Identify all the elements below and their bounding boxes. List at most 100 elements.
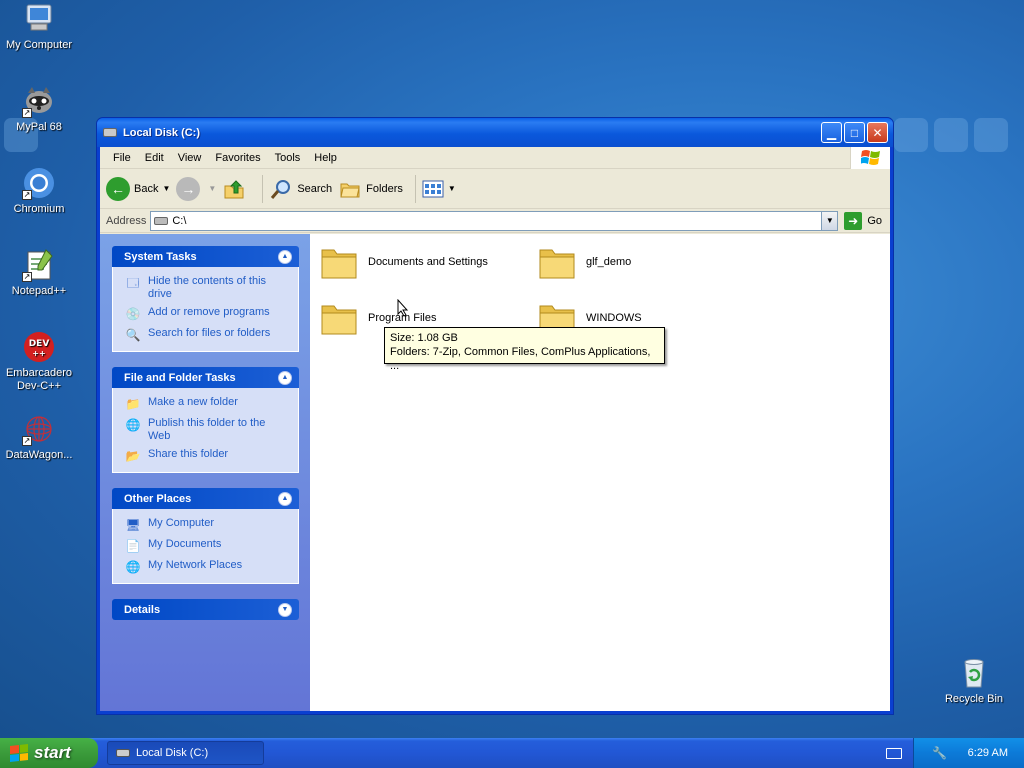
file-folder-tasks-header[interactable]: File and Folder Tasks ▲ (112, 367, 299, 388)
go-arrow-icon: ➜ (844, 211, 863, 230)
system-tasks-header[interactable]: System Tasks ▲ (112, 246, 299, 267)
other-places-header[interactable]: Other Places ▲ (112, 488, 299, 509)
wallpaper-decoration (894, 118, 1008, 152)
back-button[interactable]: ← Back ▼ (106, 176, 170, 201)
keyboard-icon[interactable] (886, 748, 902, 759)
menu-file[interactable]: File (106, 152, 138, 164)
system-tasks-panel: System Tasks ▲ 🗔 Hide the contents of th… (112, 246, 299, 352)
folders-icon (338, 177, 362, 201)
place-my-documents[interactable]: 📄 My Documents (125, 538, 288, 554)
folder-name: Documents and Settings (368, 256, 488, 268)
folder-icon (320, 300, 358, 336)
dropdown-arrow-icon[interactable]: ▼ (208, 184, 216, 193)
system-tasks-body: 🗔 Hide the contents of this drive 💿 Add … (112, 267, 299, 352)
task-add-remove-programs[interactable]: 💿 Add or remove programs (125, 306, 288, 322)
address-value: C:\ (172, 214, 187, 227)
place-label: My Network Places (148, 559, 243, 571)
views-button[interactable]: ▼ (422, 177, 456, 201)
menu-tools[interactable]: Tools (268, 152, 308, 164)
minimize-button[interactable]: ▁ (821, 122, 842, 143)
taskbar: start Local Disk (C:) (0, 738, 1024, 768)
dropdown-arrow-icon[interactable]: ▼ (162, 184, 170, 193)
hide-contents-icon: 🗔 (126, 275, 140, 290)
folder-icon (538, 244, 576, 280)
task-search-files[interactable]: 🔍 Search for files or folders (125, 327, 288, 343)
shortcut-arrow-icon: ↗ (22, 436, 32, 446)
go-button[interactable]: ➜ Go (844, 211, 882, 230)
publish-web-icon: 🌐 (125, 417, 141, 432)
desktop-icon-label: DataWagon... (5, 449, 73, 461)
place-my-network-places[interactable]: 🌐 My Network Places (125, 559, 288, 575)
menu-edit[interactable]: Edit (138, 152, 171, 164)
file-view: Documents and Settings glf_demo Program … (310, 234, 890, 711)
desktop: My Computer ↗ MyPal 68 ↗ Chromium ↗ Note… (0, 0, 1024, 738)
folder-tooltip: Size: 1.08 GB Folders: 7-Zip, Common Fil… (384, 327, 665, 372)
new-folder-icon: 📁 (125, 396, 141, 411)
menu-view[interactable]: View (171, 152, 209, 164)
close-button[interactable]: ✕ (867, 122, 888, 143)
search-button[interactable]: Search (269, 177, 332, 201)
search-icon: 🔍 (125, 327, 141, 342)
collapse-chevron-icon[interactable]: ▲ (278, 491, 292, 506)
desktop-icon-notepadpp[interactable]: ↗ Notepad++ (0, 248, 78, 298)
window-titlebar[interactable]: Local Disk (C:) ▁ □ ✕ (97, 118, 893, 147)
shortcut-arrow-icon: ↗ (22, 272, 32, 282)
views-icon (422, 177, 444, 201)
drive-icon (116, 749, 130, 757)
network-tray-icon[interactable]: 🔧 (932, 745, 948, 761)
expand-chevron-icon[interactable]: ▼ (278, 602, 292, 617)
place-my-computer[interactable]: 🖥 My Computer (125, 517, 288, 533)
toolbar: ← Back ▼ → ▼ Search Folders ▼ (100, 169, 890, 209)
menu-favorites[interactable]: Favorites (208, 152, 267, 164)
clock[interactable]: 6:29 AM (968, 747, 1008, 759)
address-bar: Address C:\ ▼ ➜ Go (100, 209, 890, 233)
dev-badge-text: DEV (29, 339, 50, 349)
windows-flag-icon (10, 744, 28, 762)
explorer-window: Local Disk (C:) ▁ □ ✕ File Edit View Fav… (96, 117, 894, 715)
folder-name: WINDOWS (586, 312, 642, 324)
file-folder-tasks-body: 📁 Make a new folder 🌐 Publish this folde… (112, 388, 299, 473)
desktop-icon-devcpp[interactable]: DEV ++ Embarcadero Dev-C++ (0, 330, 78, 393)
folders-button[interactable]: Folders (338, 177, 403, 201)
go-label: Go (867, 214, 882, 227)
details-header[interactable]: Details ▼ (112, 599, 299, 620)
desktop-icon-recycle-bin[interactable]: Recycle Bin (935, 656, 1013, 706)
address-dropdown-icon[interactable]: ▼ (821, 211, 838, 230)
maximize-button[interactable]: □ (844, 122, 865, 143)
desktop-icon-label: MyPal 68 (16, 121, 62, 133)
desktop-icon-label: Notepad++ (11, 285, 67, 297)
task-make-new-folder[interactable]: 📁 Make a new folder (125, 396, 288, 412)
close-icon: ✕ (872, 125, 883, 140)
network-icon: 🌐 (125, 559, 141, 574)
forward-button[interactable]: → ▼ (176, 176, 216, 201)
address-input[interactable]: C:\ ▼ (150, 210, 839, 231)
task-publish-web[interactable]: 🌐 Publish this folder to the Web (125, 417, 288, 443)
start-button[interactable]: start (0, 738, 98, 768)
drive-icon (103, 128, 117, 137)
dropdown-arrow-icon[interactable]: ▼ (448, 184, 456, 193)
folder-name: glf_demo (586, 256, 632, 268)
task-hide-drive-contents[interactable]: 🗔 Hide the contents of this drive (125, 275, 288, 301)
back-label: Back (134, 182, 159, 195)
desktop-icon-chromium[interactable]: ↗ Chromium (0, 166, 78, 216)
window-client: File Edit View Favorites Tools Help ← Ba… (100, 147, 890, 711)
collapse-chevron-icon[interactable]: ▲ (278, 249, 292, 264)
menu-help[interactable]: Help (307, 152, 344, 164)
shortcut-arrow-icon: ↗ (22, 108, 32, 118)
panel-title: File and Folder Tasks (124, 371, 236, 384)
recycle-bin-icon (957, 656, 991, 690)
desktop-icon-my-computer[interactable]: My Computer (0, 2, 78, 52)
task-label: Hide the contents of this drive (148, 275, 267, 300)
share-folder-icon: 📂 (125, 448, 141, 463)
file-folder-tasks-panel: File and Folder Tasks ▲ 📁 Make a new fol… (112, 367, 299, 473)
task-label: Search for files or folders (148, 327, 271, 339)
folder-item[interactable]: Documents and Settings (320, 244, 488, 280)
desktop-icon-datawagon[interactable]: ↗ DataWagon... (0, 412, 78, 462)
desktop-icon-mypal[interactable]: ↗ MyPal 68 (0, 84, 78, 134)
task-share-folder[interactable]: 📂 Share this folder (125, 448, 288, 464)
folder-item[interactable]: glf_demo (538, 244, 631, 280)
minimize-icon: ▁ (826, 125, 837, 140)
up-folder-button[interactable] (222, 177, 250, 201)
taskbar-item-local-disk[interactable]: Local Disk (C:) (107, 741, 264, 765)
collapse-chevron-icon[interactable]: ▲ (278, 370, 292, 385)
